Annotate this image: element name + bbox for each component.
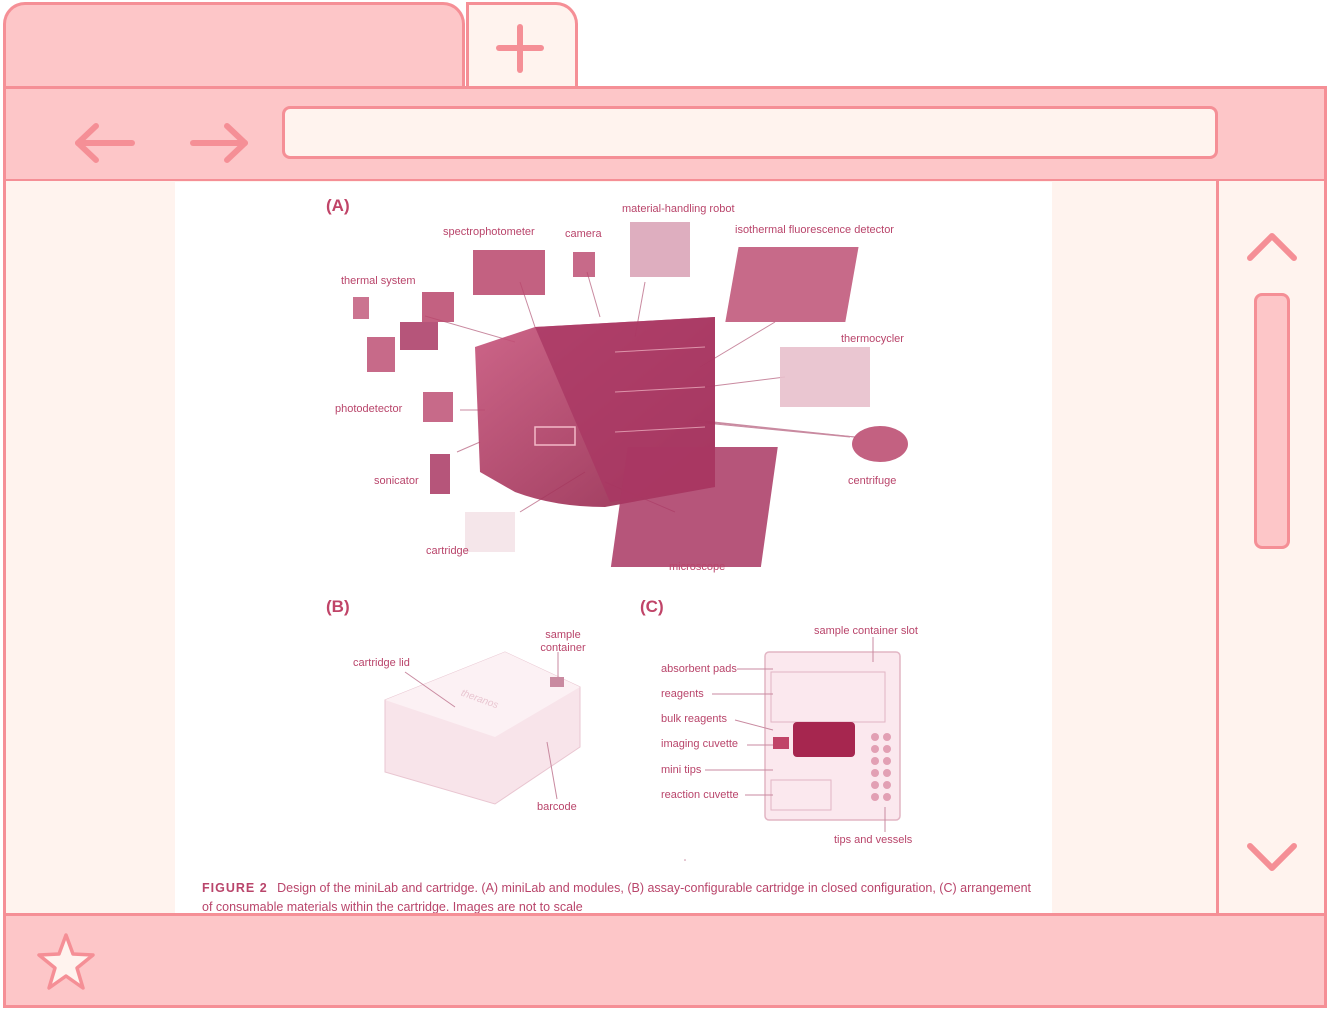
label-reaction-cuvette: reaction cuvette <box>661 789 739 801</box>
label-sonicator: sonicator <box>374 475 419 487</box>
figure-page: (A) (B) (C) material-handling robot spec… <box>175 182 1052 914</box>
label-reagents: reagents <box>661 688 704 700</box>
label-camera: camera <box>565 228 602 240</box>
chevron-up-icon[interactable] <box>1242 226 1302 266</box>
label-bulk-reagents: bulk reagents <box>661 713 728 725</box>
star-icon[interactable] <box>34 930 98 994</box>
bottom-bar <box>3 913 1327 1008</box>
label-thermocycler: thermocycler <box>841 333 904 345</box>
new-tab-button[interactable] <box>466 2 578 92</box>
label-cartridge-lid: cartridge lid <box>353 657 410 669</box>
figure-caption-text: Design of the miniLab and cartridge. (A)… <box>202 881 1031 914</box>
figure-caption: FIGURE 2 Design of the miniLab and cartr… <box>202 879 1032 917</box>
panel-b-label: (B) <box>326 597 350 616</box>
label-thermal-system: thermal system <box>341 275 416 287</box>
label-microscope: microscope <box>669 561 726 573</box>
label-tips-and-vessels: tips and vessels <box>834 834 913 846</box>
label-photodetector: photodetector <box>335 403 403 415</box>
label-sample-container: sample container <box>540 629 586 654</box>
label-spectrophotometer: spectrophotometer <box>443 226 535 238</box>
label-mini-tips: mini tips <box>661 764 702 776</box>
chevron-down-icon[interactable] <box>1242 838 1302 878</box>
label-cartridge: cartridge <box>426 545 469 557</box>
plus-icon <box>496 24 544 73</box>
panel-a-label: (A) <box>326 196 350 215</box>
arrow-right-icon[interactable] <box>185 118 255 168</box>
active-tab[interactable] <box>3 2 465 92</box>
label-centrifuge: centrifuge <box>848 475 897 487</box>
label-sample-container-slot: sample container slot <box>814 625 918 637</box>
address-bar[interactable] <box>282 106 1218 159</box>
figure-illustration <box>353 222 908 861</box>
arrow-left-icon[interactable] <box>70 118 140 168</box>
panel-c-label: (C) <box>640 597 664 616</box>
label-material-handling-robot: material-handling robot <box>622 203 735 215</box>
figure-number: FIGURE 2 <box>202 881 268 895</box>
label-isothermal-detector: isothermal fluorescence detector <box>735 224 894 236</box>
label-absorbent-pads: absorbent pads <box>661 663 737 675</box>
label-barcode: barcode <box>537 801 577 813</box>
scrollbar-thumb[interactable] <box>1254 293 1290 549</box>
label-imaging-cuvette: imaging cuvette <box>661 738 739 750</box>
